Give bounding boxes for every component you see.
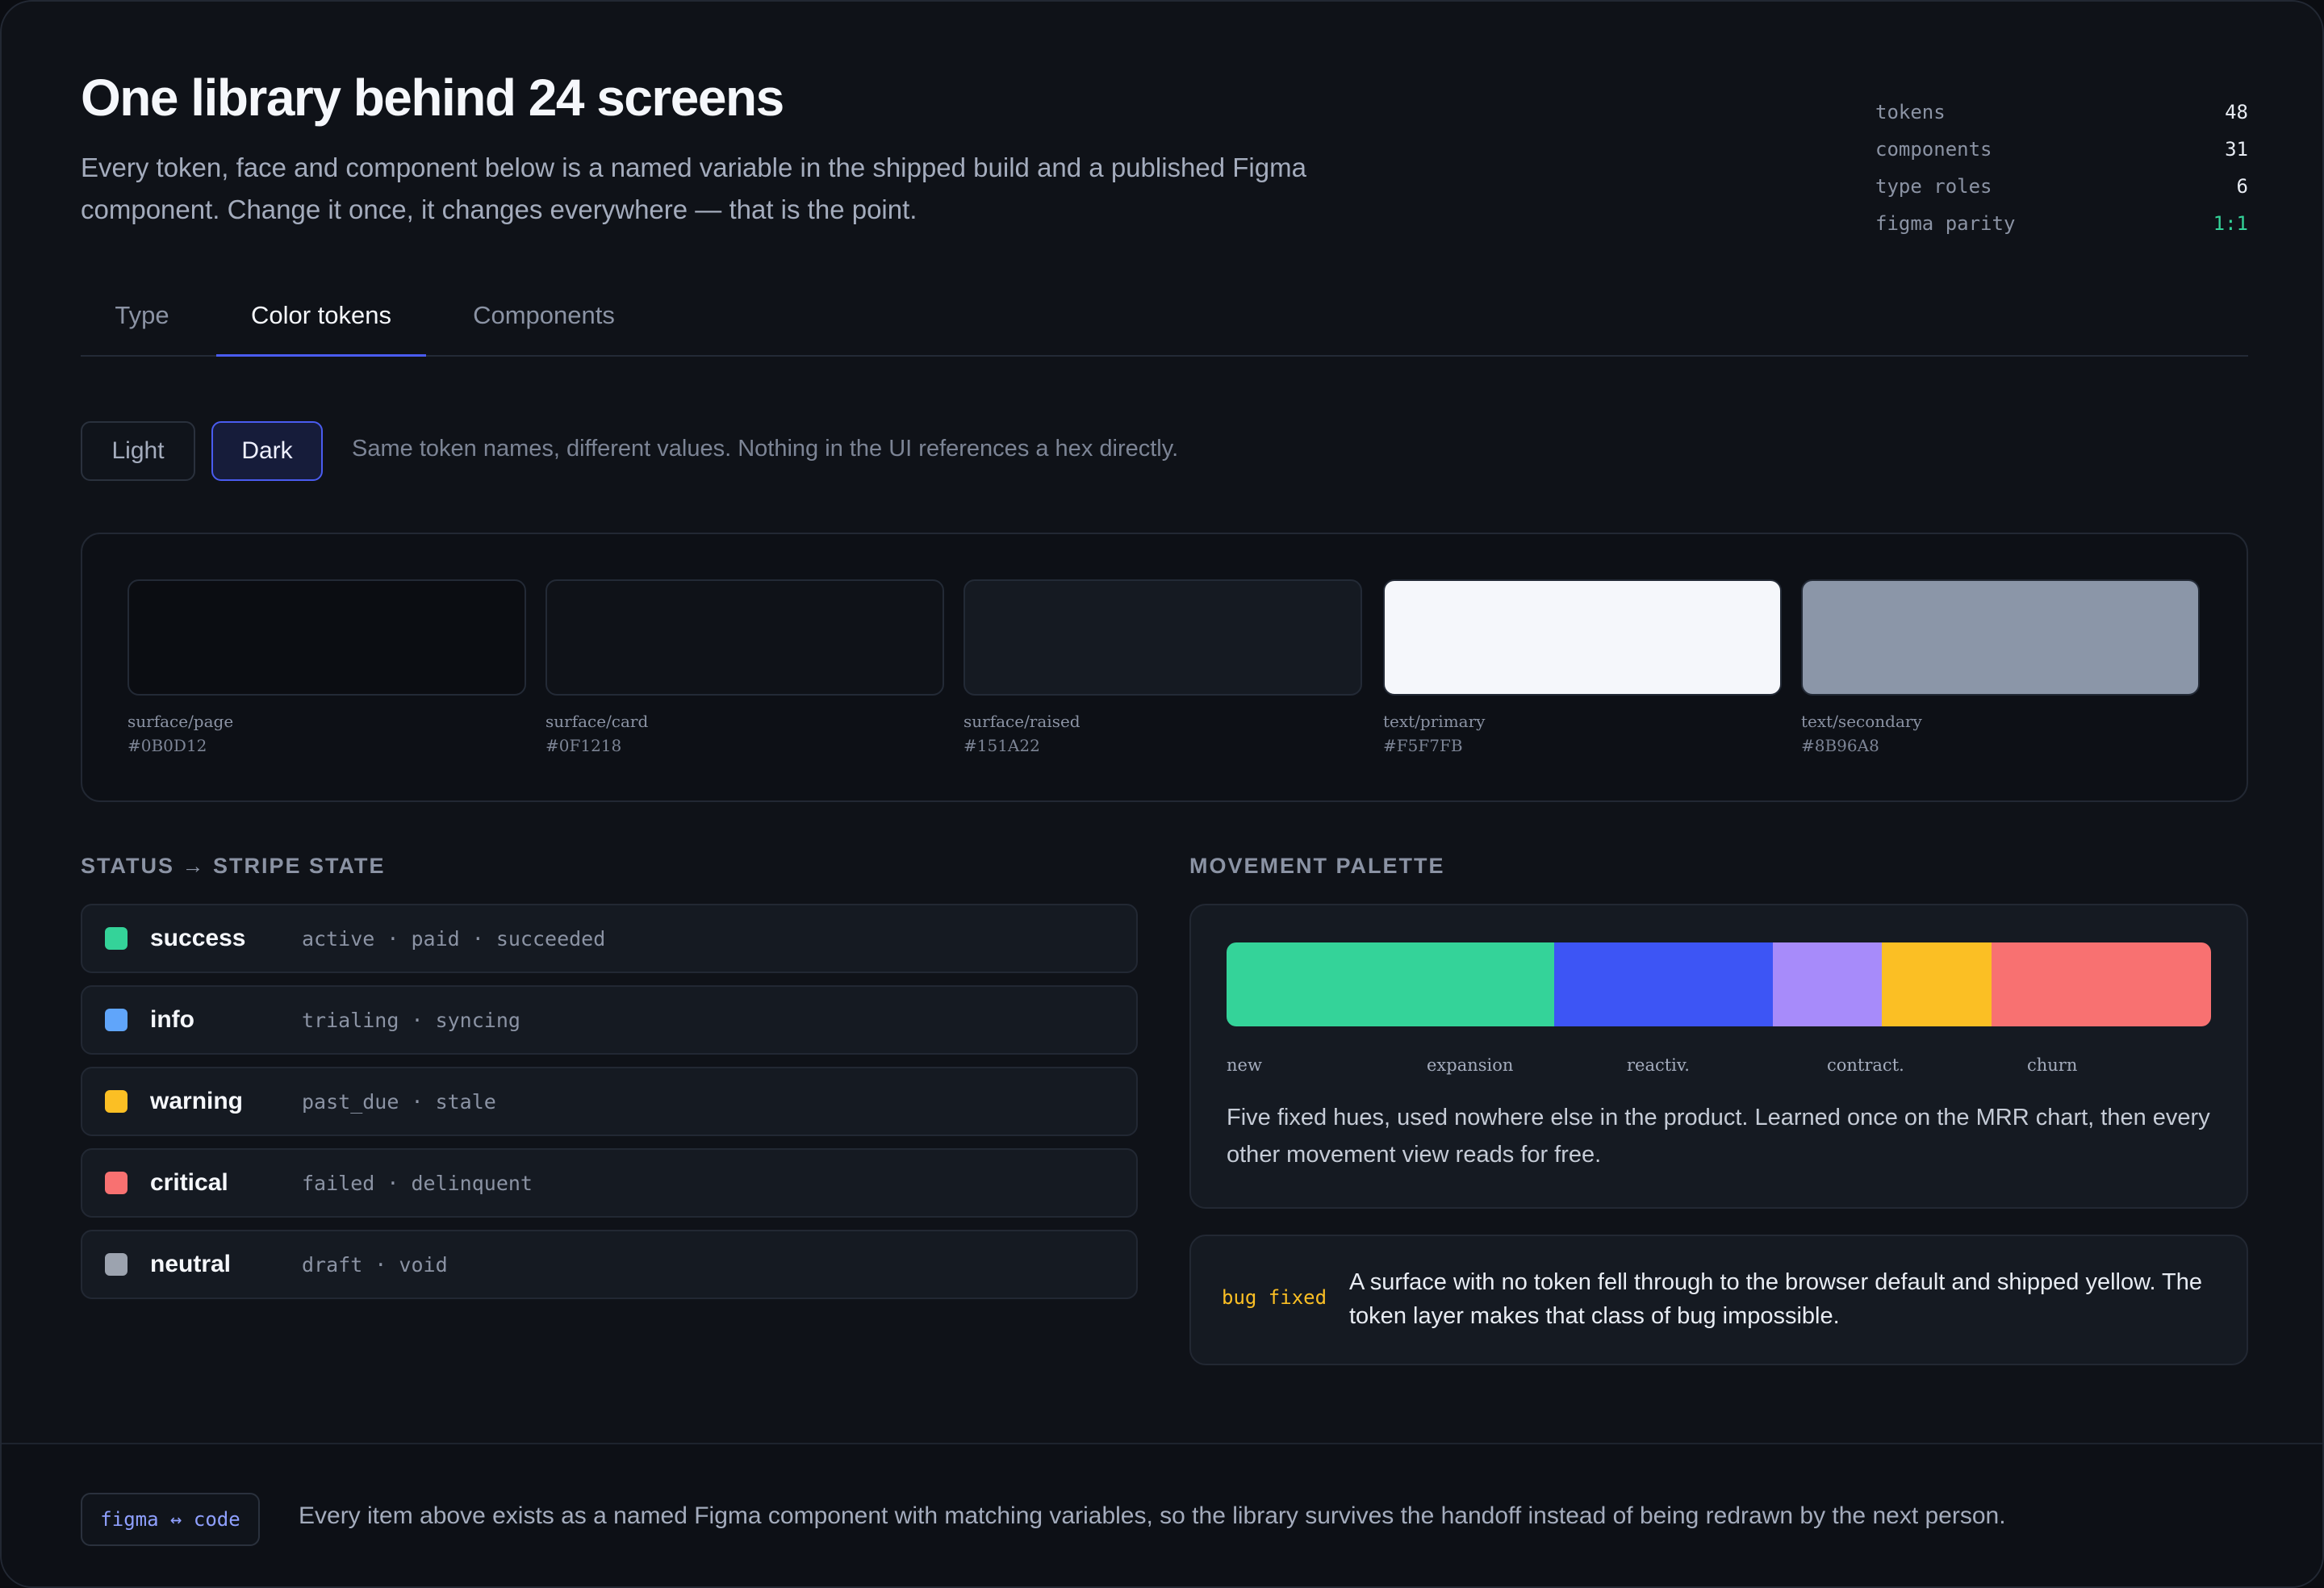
swatch-hex: #151A22 — [963, 736, 1040, 755]
movement-section-heading: MOVEMENT PALETTE — [1189, 854, 1445, 878]
status-row-critical: critical failed · delinquent — [81, 1148, 1138, 1218]
page-description: Every token, face and component below is… — [81, 153, 1306, 224]
status-row-neutral: neutral draft · void — [81, 1230, 1138, 1299]
stripe-states: active · paid · succeeded — [302, 927, 606, 951]
status-color-dot — [105, 1253, 127, 1276]
swatch-name: text/primary — [1383, 712, 1486, 731]
status-name: success — [150, 925, 246, 951]
status-row-warning: warning past_due · stale — [81, 1067, 1138, 1136]
swatch-name: text/secondary — [1801, 712, 1922, 731]
swatch-text-primary: text/primary #F5F7FB — [1383, 579, 1782, 755]
stat-figma-parity: figma parity 1:1 — [1875, 205, 2248, 242]
bug-fixed-tag: bug fixed — [1222, 1286, 1327, 1309]
color-swatch-card: surface/page #0B0D12 surface/card #0F121… — [81, 533, 2248, 802]
movement-description: Five fixed hues, used nowhere else in th… — [1227, 1105, 2210, 1168]
color-chip — [1383, 579, 1782, 696]
color-chip — [963, 579, 1362, 696]
tab-components[interactable]: Components — [439, 284, 649, 357]
movement-label-new: new — [1227, 1055, 1262, 1075]
status-color-dot — [105, 1172, 127, 1194]
swatch-name: surface/page — [127, 712, 234, 731]
color-chip — [545, 579, 944, 696]
swatch-surface-card: surface/card #0F1218 — [545, 579, 944, 755]
status-color-dot — [105, 1009, 127, 1031]
color-chip — [1801, 579, 2200, 696]
movement-palette-card: new expansion reactiv. contract. churn F… — [1189, 904, 2248, 1209]
swatch-name: surface/raised — [963, 712, 1080, 731]
tab-type[interactable]: Type — [81, 284, 203, 357]
movement-label-reactivation: reactiv. — [1627, 1055, 1690, 1075]
stripe-states: past_due · stale — [302, 1090, 496, 1114]
status-color-dot — [105, 1090, 127, 1113]
status-color-dot — [105, 927, 127, 950]
stat-value: 6 — [2236, 175, 2248, 198]
movement-segment-new — [1227, 942, 1555, 1026]
stat-value: 1:1 — [2213, 212, 2248, 235]
status-row-success: success active · paid · succeeded — [81, 904, 1138, 973]
footer-text: Every item above exists as a named Figma… — [299, 1502, 2006, 1529]
movement-segment-churn — [1991, 942, 2211, 1026]
color-chip — [127, 579, 526, 696]
status-name: neutral — [150, 1251, 232, 1277]
swatch-name: surface/card — [545, 712, 649, 731]
dark-mode-button[interactable]: Dark — [211, 421, 323, 481]
movement-bar — [1227, 942, 2211, 1026]
movement-label-contraction: contract. — [1827, 1055, 1904, 1075]
status-name: info — [150, 1006, 194, 1033]
movement-segment-expansion — [1554, 942, 1774, 1026]
movement-segment-contraction — [1882, 942, 1992, 1026]
status-list: success active · paid · succeeded info t… — [81, 904, 1138, 1311]
stat-label: figma parity — [1875, 212, 2016, 235]
swatch-text-secondary: text/secondary #8B96A8 — [1801, 579, 2200, 755]
library-stats: tokens 48 components 31 type roles 6 fig… — [1875, 94, 2248, 242]
movement-label-expansion: expansion — [1427, 1055, 1514, 1075]
tab-bar: Type Color tokens Components — [81, 284, 2248, 357]
status-name: critical — [150, 1169, 228, 1196]
status-row-info: info trialing · syncing — [81, 985, 1138, 1055]
movement-label-churn: churn — [2027, 1055, 2078, 1075]
movement-segment-reactivation — [1773, 942, 1883, 1026]
stat-label: type roles — [1875, 175, 1992, 198]
page-title: One library behind 24 screens — [81, 69, 784, 127]
stat-value: 31 — [2225, 138, 2248, 161]
stat-components: components 31 — [1875, 131, 2248, 168]
stat-value: 48 — [2225, 101, 2248, 123]
stat-label: components — [1875, 138, 1992, 161]
bug-description: A surface with no token fell through to … — [1349, 1269, 2203, 1329]
swatch-surface-page: surface/page #0B0D12 — [127, 579, 526, 755]
mode-note: Same token names, different values. Noth… — [352, 436, 1179, 462]
bug-fixed-card: bug fixed A surface with no token fell t… — [1189, 1235, 2248, 1365]
stripe-states: failed · delinquent — [302, 1172, 533, 1195]
stripe-states: draft · void — [302, 1253, 448, 1277]
tab-color-tokens[interactable]: Color tokens — [216, 284, 426, 357]
swatch-hex: #8B96A8 — [1801, 736, 1879, 755]
status-name: warning — [150, 1088, 244, 1114]
figma-code-badge: figma ↔ code — [81, 1493, 260, 1546]
status-section-heading: STATUS → STRIPE STATE — [81, 854, 386, 878]
light-mode-button[interactable]: Light — [81, 421, 195, 481]
stat-type-roles: type roles 6 — [1875, 168, 2248, 205]
swatch-surface-raised: surface/raised #151A22 — [963, 579, 1362, 755]
stat-label: tokens — [1875, 101, 1946, 123]
design-system-panel: One library behind 24 screens Every toke… — [0, 0, 2324, 1588]
footer: figma ↔ code Every item above exists as … — [2, 1443, 2322, 1586]
swatch-hex: #0F1218 — [545, 736, 622, 755]
swatch-hex: #0B0D12 — [127, 736, 207, 755]
swatch-hex: #F5F7FB — [1383, 736, 1463, 755]
stat-tokens: tokens 48 — [1875, 94, 2248, 131]
stripe-states: trialing · syncing — [302, 1009, 520, 1032]
